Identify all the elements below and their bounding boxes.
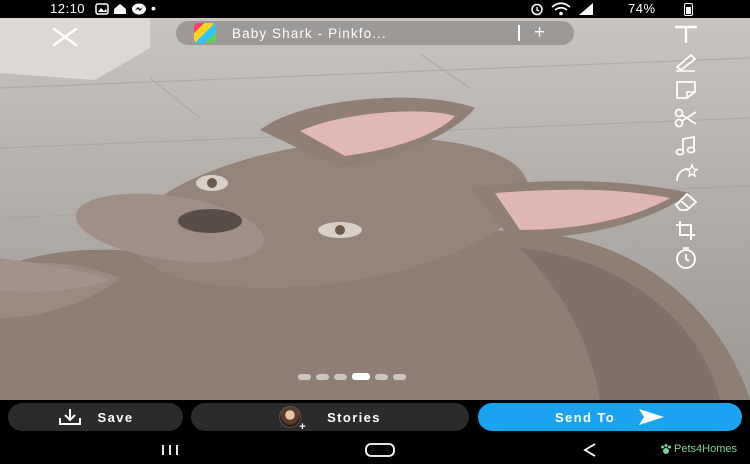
text-tool[interactable]	[664, 22, 708, 46]
battery-icon	[684, 3, 693, 16]
magic-tool[interactable]	[664, 162, 708, 186]
eraser-icon	[674, 192, 698, 211]
watermark-text: Pets4Homes	[674, 443, 737, 455]
system-nav-bar	[0, 434, 750, 464]
song-title: Baby Shark - Pinkfo...	[232, 25, 387, 41]
scissors-tool[interactable]	[664, 106, 708, 130]
home-icon	[365, 443, 395, 457]
music-note-icon	[675, 135, 696, 156]
dog-photo-drawing	[0, 18, 750, 400]
music-attachment-pill[interactable]: Baby Shark - Pinkfo... +	[176, 21, 574, 45]
battery-percent: 74%	[628, 1, 656, 16]
close-button[interactable]	[50, 26, 80, 48]
page-dot	[375, 373, 388, 380]
avatar: +	[279, 406, 306, 433]
crop-tool[interactable]	[664, 218, 708, 242]
pen-icon	[675, 53, 697, 72]
pen-tool[interactable]	[664, 50, 708, 74]
snap-preview-screen: 12:10 • 74% Baby Shark - Pinkfo... + Sav…	[0, 0, 750, 464]
send-to-button[interactable]: Send To	[478, 403, 742, 431]
action-bar: Save + Stories Send To	[0, 400, 750, 434]
save-button[interactable]: Save	[8, 403, 183, 431]
watermark: Pets4Homes	[660, 443, 737, 455]
recent-apps-icon	[162, 445, 178, 455]
more-notifications-icon: •	[151, 0, 156, 16]
stories-button[interactable]: + Stories	[191, 403, 469, 433]
album-art	[194, 23, 216, 43]
recent-apps-button[interactable]	[150, 440, 190, 460]
timer-tool[interactable]	[664, 246, 708, 270]
save-label: Save	[97, 409, 134, 425]
music-tool[interactable]	[664, 134, 708, 158]
sticker-icon	[676, 81, 696, 99]
add-story-icon: +	[299, 421, 308, 433]
paw-logo-icon	[661, 444, 671, 454]
timer-icon	[676, 247, 696, 269]
magic-wand-icon	[676, 163, 699, 182]
pill-divider	[518, 25, 520, 41]
home-button[interactable]	[360, 440, 400, 460]
send-arrow-icon	[639, 409, 665, 425]
back-button[interactable]	[572, 440, 608, 460]
page-dot	[393, 373, 406, 380]
stories-label: Stories	[327, 409, 381, 425]
signal-icon	[579, 3, 593, 15]
page-dot	[334, 373, 347, 380]
page-dot	[298, 373, 311, 380]
sticker-tool[interactable]	[664, 78, 708, 102]
page-dot	[316, 373, 329, 380]
status-system-icons	[530, 2, 594, 16]
download-icon	[58, 408, 82, 426]
back-icon	[583, 443, 596, 457]
send-to-label: Send To	[554, 409, 616, 425]
dog-photo	[0, 18, 750, 400]
status-notification-icons: •	[95, 0, 156, 16]
crop-icon	[676, 221, 695, 240]
text-icon	[674, 25, 698, 44]
wifi-icon	[551, 2, 571, 16]
page-dot-active	[352, 373, 370, 380]
image-notification-icon	[95, 3, 109, 15]
messenger-notification-icon	[132, 3, 146, 15]
scissors-icon	[674, 108, 697, 128]
page-indicator	[298, 373, 406, 380]
add-music-button[interactable]: +	[534, 22, 545, 44]
status-bar: 12:10 • 74%	[0, 0, 750, 18]
home-notification-icon	[114, 4, 126, 14]
alarm-icon	[531, 3, 543, 16]
eraser-tool[interactable]	[664, 190, 708, 214]
status-time: 12:10	[50, 1, 86, 16]
close-icon	[52, 27, 78, 47]
